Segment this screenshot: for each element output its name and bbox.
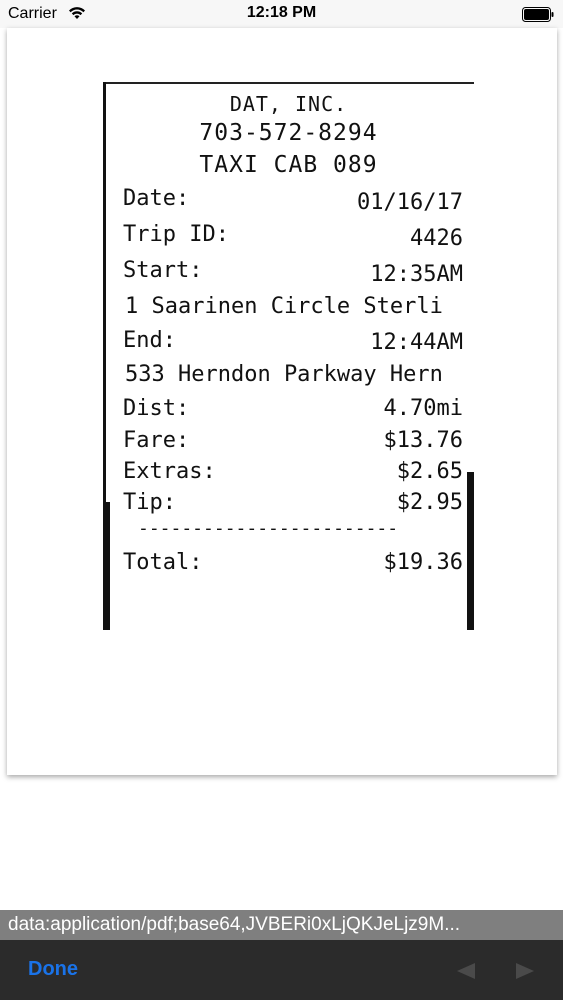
receipt-left-shadow	[103, 502, 110, 630]
receipt-company: DAT, INC.	[229, 92, 348, 116]
dist-label: Dist:	[123, 396, 190, 421]
extras-value: $2.65	[396, 459, 463, 484]
trip-label: Trip ID:	[123, 222, 229, 247]
receipt-row-fare: Fare: $13.76	[123, 428, 463, 458]
receipt-row-dist: Dist: 4.70mi	[123, 396, 463, 426]
pdf-page: DAT, INC. 703-572-8294 TAXI CAB 089 Date…	[7, 28, 557, 775]
receipt-image: DAT, INC. 703-572-8294 TAXI CAB 089 Date…	[103, 82, 474, 630]
receipt-row-end: End: 12:44AM	[123, 328, 463, 358]
bottom-toolbar: Done	[0, 940, 563, 1000]
total-label: Total:	[123, 550, 203, 575]
receipt-row-date: Date: 01/16/17	[123, 186, 463, 216]
dist-value: 4.70mi	[383, 396, 463, 421]
done-button[interactable]: Done	[28, 958, 78, 981]
start-value: 12:35AM	[370, 262, 463, 287]
end-label: End:	[123, 328, 176, 353]
receipt-row-tip: Tip: $2.95	[123, 490, 463, 520]
status-bar: Carrier 12:18 PM	[0, 0, 563, 28]
receipt-right-shadow	[467, 472, 474, 630]
fare-value: $13.76	[383, 428, 463, 453]
end-address: 533 Herndon Parkway Hern	[125, 362, 443, 387]
receipt-row-trip: Trip ID: 4426	[123, 222, 463, 252]
battery-icon	[522, 7, 554, 22]
receipt-row-start: Start: 12:35AM	[123, 258, 463, 288]
url-text: data:application/pdf;base64,JVBERi0xLjQK…	[8, 914, 461, 935]
status-time: 12:18 PM	[246, 4, 317, 21]
receipt-separator: ------------------------	[138, 518, 399, 539]
receipt-row-total: Total: $19.36	[123, 550, 463, 580]
extras-label: Extras:	[123, 459, 216, 484]
forward-arrow-icon[interactable]	[514, 962, 536, 980]
fare-label: Fare:	[123, 428, 190, 453]
end-value: 12:44AM	[370, 330, 463, 355]
receipt-phone: 703-572-8294	[199, 120, 378, 146]
tip-label: Tip:	[123, 490, 176, 515]
back-arrow-icon[interactable]	[455, 962, 477, 980]
receipt-top-edge	[103, 82, 474, 84]
date-value: 01/16/17	[357, 190, 463, 215]
receipt-cab: TAXI CAB 089	[199, 152, 378, 178]
date-label: Date:	[123, 186, 190, 211]
receipt-row-extras: Extras: $2.65	[123, 459, 463, 489]
document-viewer[interactable]: DAT, INC. 703-572-8294 TAXI CAB 089 Date…	[0, 28, 563, 910]
start-address: 1 Saarinen Circle Sterli	[125, 294, 443, 319]
total-value: $19.36	[383, 550, 463, 575]
start-label: Start:	[123, 258, 203, 283]
tip-value: $2.95	[396, 490, 463, 515]
trip-value: 4426	[410, 226, 463, 251]
url-bar: data:application/pdf;base64,JVBERi0xLjQK…	[0, 910, 563, 940]
